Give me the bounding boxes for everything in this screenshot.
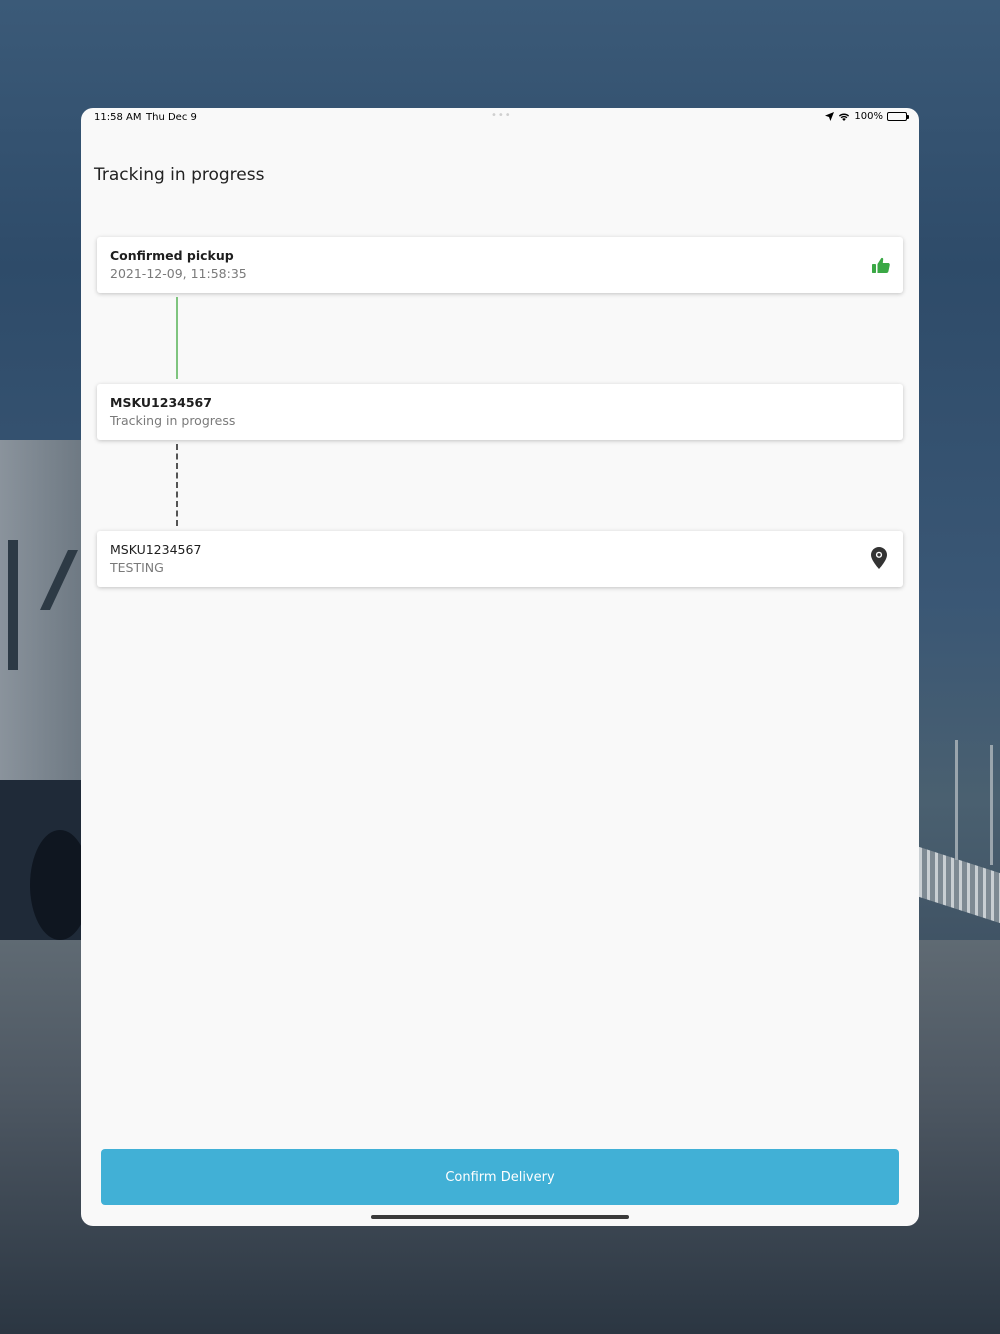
- card-title: Confirmed pickup: [110, 248, 234, 263]
- confirm-delivery-button[interactable]: Confirm Delivery: [101, 1149, 899, 1205]
- background-container: [0, 440, 82, 800]
- battery-percent: 100%: [854, 111, 883, 122]
- timeline-card-destination[interactable]: MSKU1234567 TESTING: [97, 531, 903, 587]
- background-pole: [990, 745, 993, 865]
- card-subtitle: Tracking in progress: [110, 413, 236, 428]
- background-guardrail: [919, 846, 1000, 924]
- card-title: MSKU1234567: [110, 395, 212, 410]
- status-date: Thu Dec 9: [146, 112, 197, 123]
- status-right: 100%: [825, 111, 909, 122]
- timeline-card-pickup[interactable]: Confirmed pickup 2021-12-09, 11:58:35: [97, 237, 903, 293]
- location-arrow-icon: [825, 112, 835, 121]
- map-pin-icon: [871, 547, 887, 569]
- timeline-connector-pending: [176, 444, 178, 526]
- status-time: 11:58 AM: [94, 112, 142, 123]
- background-pole: [955, 740, 958, 860]
- multitasking-dots-icon[interactable]: •••: [491, 110, 512, 121]
- thumbs-up-icon: [872, 257, 890, 273]
- home-indicator[interactable]: [371, 1215, 629, 1219]
- timeline-card-tracking[interactable]: MSKU1234567 Tracking in progress: [97, 384, 903, 440]
- battery-icon: [887, 112, 909, 121]
- timeline-connector-completed: [176, 297, 178, 379]
- page-title: Tracking in progress: [94, 165, 265, 185]
- app-window: 11:58 AM Thu Dec 9 ••• 100% Tracking in …: [81, 108, 919, 1226]
- card-title: MSKU1234567: [110, 542, 202, 557]
- card-subtitle: TESTING: [110, 560, 164, 575]
- status-bar: 11:58 AM Thu Dec 9 ••• 100%: [81, 108, 919, 128]
- card-subtitle: 2021-12-09, 11:58:35: [110, 266, 247, 281]
- wifi-icon: [839, 113, 850, 121]
